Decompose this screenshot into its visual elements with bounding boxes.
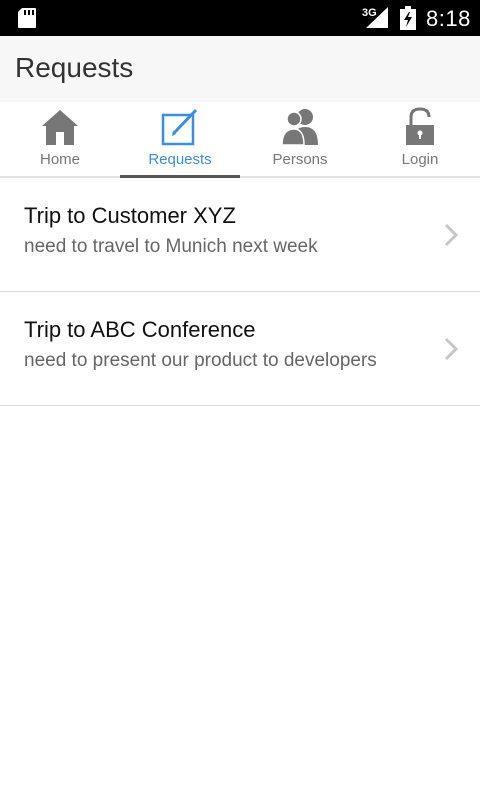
page-title: Requests	[15, 52, 134, 83]
tab-label: Requests	[148, 151, 212, 168]
list-item[interactable]: Trip to Customer XYZ need to travel to M…	[0, 178, 480, 292]
tab-label: Home	[39, 151, 80, 168]
tab-requests[interactable]: Requests	[120, 102, 240, 178]
list-item[interactable]: Trip to ABC Conference need to present o…	[0, 292, 480, 406]
home-icon	[42, 110, 78, 145]
tab-label: Persons	[272, 151, 328, 168]
sd-card-icon	[18, 8, 36, 28]
tab-bar: Home Requests Persons Login	[0, 102, 480, 178]
tab-login[interactable]: Login	[360, 102, 480, 176]
chevron-right-icon	[444, 223, 458, 247]
battery-charging-icon	[400, 6, 416, 30]
request-subtitle: need to travel to Munich next week	[24, 236, 318, 257]
tab-persons[interactable]: Persons	[240, 102, 360, 176]
tab-label: Login	[401, 151, 439, 168]
persons-icon	[281, 109, 318, 146]
app-header: Requests	[0, 36, 480, 102]
clock: 8:18	[426, 6, 471, 31]
unlock-icon	[406, 107, 434, 145]
tab-home[interactable]: Home	[0, 102, 120, 176]
request-title: Trip to ABC Conference	[24, 317, 256, 342]
edit-icon	[161, 108, 198, 146]
request-subtitle: need to present our product to developer…	[24, 350, 377, 371]
request-list: Trip to Customer XYZ need to travel to M…	[0, 178, 480, 406]
chevron-right-icon	[444, 337, 458, 361]
signal-icon	[366, 7, 388, 28]
request-title: Trip to Customer XYZ	[24, 203, 236, 228]
status-bar: 3G 8:18	[0, 0, 480, 36]
